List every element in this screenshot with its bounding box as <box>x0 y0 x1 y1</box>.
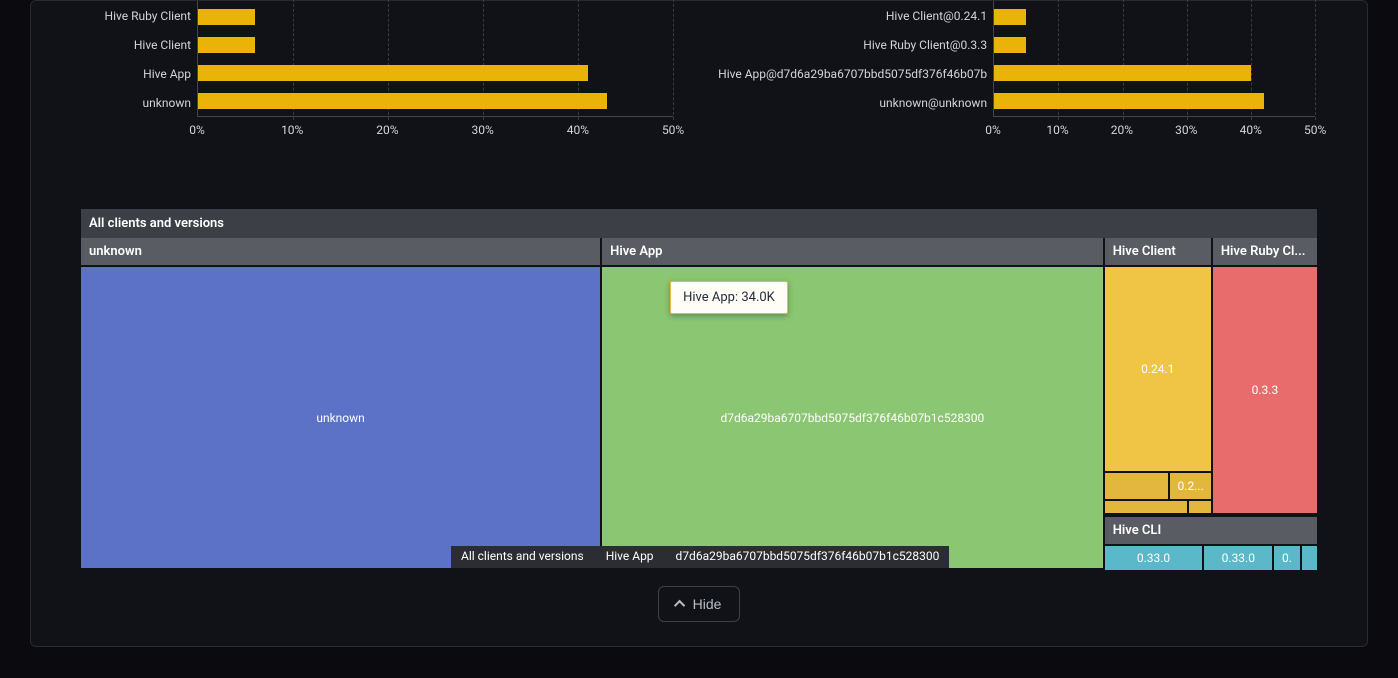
bar-category-label: Hive Ruby Client@0.3.3 <box>863 31 987 59</box>
treemap-group-header[interactable]: Hive Client <box>1105 238 1211 265</box>
bar[interactable] <box>198 9 255 25</box>
dashboard-panel: Hive Ruby Client Hive Client Hive App un… <box>30 0 1368 647</box>
bar[interactable] <box>994 9 1026 25</box>
treemap-cell-unknown[interactable]: unknown <box>81 267 600 568</box>
bar[interactable] <box>994 93 1264 109</box>
treemap-group-header[interactable]: Hive App <box>602 238 1103 265</box>
treemap-panel: All clients and versions unknown unknown… <box>81 209 1317 568</box>
breadcrumb: All clients and versions Hive App d7d6a2… <box>451 546 949 568</box>
bar[interactable] <box>994 65 1251 81</box>
breadcrumb-item[interactable]: All clients and versions <box>451 546 594 568</box>
treemap-cell[interactable]: 0. <box>1274 546 1299 570</box>
treemap-group-header[interactable]: unknown <box>81 238 600 265</box>
breadcrumb-item[interactable]: d7d6a29ba6707bbd5075df376f46b07b1c528300 <box>658 546 950 568</box>
bar[interactable] <box>198 65 588 81</box>
treemap-cell[interactable] <box>1105 501 1188 513</box>
bar[interactable] <box>994 37 1026 53</box>
bar-plot-area[interactable] <box>993 1 1315 117</box>
treemap-cell[interactable] <box>1189 501 1210 513</box>
clients-bar-chart: Hive Ruby Client Hive Client Hive App un… <box>51 1 673 139</box>
treemap-cell[interactable] <box>1105 473 1169 499</box>
hide-button[interactable]: Hide <box>658 586 741 622</box>
x-tick: 50% <box>1304 123 1326 137</box>
treemap-cell[interactable]: 0.24.1 <box>1105 267 1211 471</box>
treemap-cell[interactable]: 0.33.0 <box>1204 546 1272 570</box>
x-tick: 40% <box>567 123 589 137</box>
treemap-cell[interactable]: 0.3.3 <box>1213 267 1317 513</box>
bar[interactable] <box>198 93 607 109</box>
treemap-cell[interactable]: 0.2... <box>1170 473 1210 499</box>
client-versions-bar-chart: Hive Client@0.24.1 Hive Ruby Client@0.3.… <box>693 1 1315 139</box>
x-tick: 20% <box>376 123 398 137</box>
x-tick: 20% <box>1111 123 1133 137</box>
x-tick: 10% <box>1046 123 1068 137</box>
treemap-group-header[interactable]: Hive CLI <box>1105 517 1317 544</box>
treemap-cell[interactable]: 0.33.0 <box>1105 546 1203 570</box>
x-tick: 0% <box>985 123 1001 137</box>
bar[interactable] <box>198 37 255 53</box>
x-tick: 30% <box>472 123 494 137</box>
x-tick: 40% <box>1240 123 1262 137</box>
bar-category-label: Hive App <box>143 60 191 88</box>
treemap-cell[interactable] <box>1302 546 1317 570</box>
treemap-title[interactable]: All clients and versions <box>81 209 1317 238</box>
bar-category-label: unknown@unknown <box>879 89 987 117</box>
x-tick: 0% <box>189 123 205 137</box>
treemap-group-header[interactable]: Hive Ruby Cl... <box>1213 238 1317 265</box>
treemap-cell-hiveapp[interactable]: d7d6a29ba6707bbd5075df376f46b07b1c528300… <box>602 267 1103 568</box>
x-tick: 50% <box>662 123 684 137</box>
bar-category-label: unknown <box>143 89 191 117</box>
hide-label: Hide <box>693 596 722 612</box>
bar-plot-area[interactable] <box>197 1 673 117</box>
chevron-up-icon <box>674 600 685 611</box>
bar-category-label: Hive App@d7d6a29ba6707bbd5075df376f46b07… <box>718 60 987 88</box>
x-tick: 30% <box>1175 123 1197 137</box>
bar-category-label: Hive Client <box>134 31 191 59</box>
bar-category-label: Hive Ruby Client <box>105 2 191 30</box>
x-tick: 10% <box>281 123 303 137</box>
bar-category-label: Hive Client@0.24.1 <box>886 2 987 30</box>
tooltip: Hive App: 34.0K <box>670 281 788 314</box>
